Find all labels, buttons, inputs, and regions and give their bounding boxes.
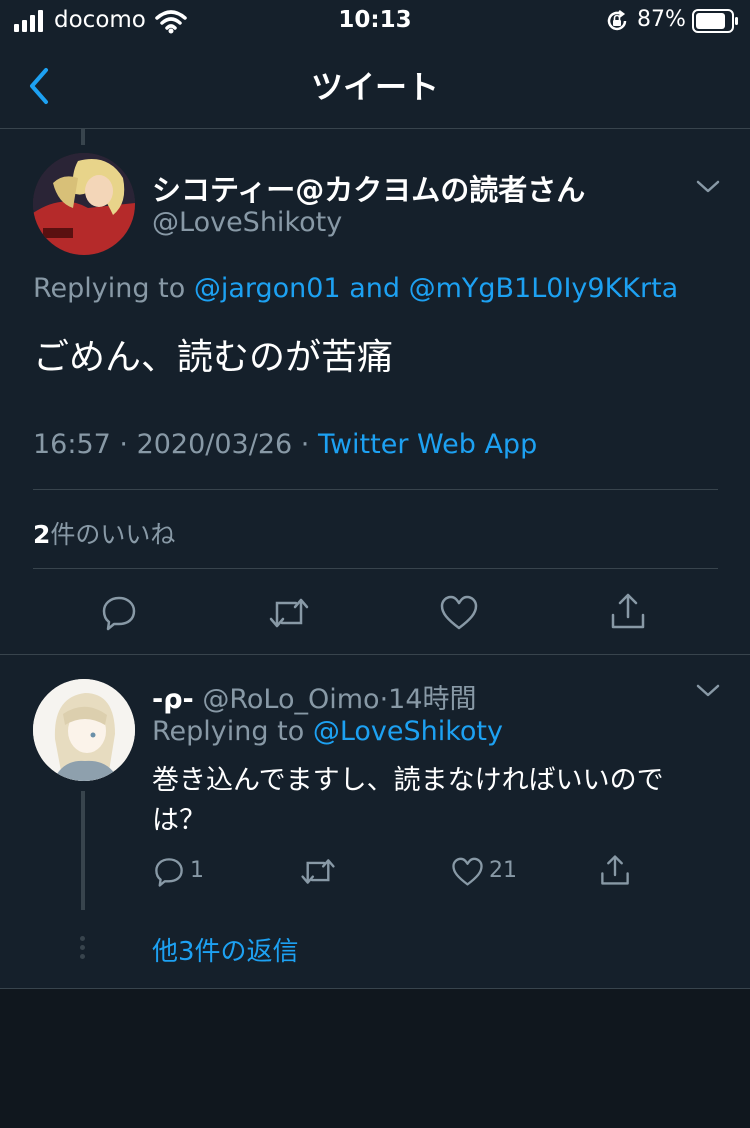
meta-separator-2: · <box>292 429 318 460</box>
main-tweet: シコティー@カクヨムの読者さん @LoveShikoty Replying to… <box>0 129 750 654</box>
reply-tweet: -ρ- @RoLo_Oimo·14時間 Replying to @LoveShi… <box>0 655 750 988</box>
meta-divider <box>33 489 718 490</box>
replying-prefix: Replying to <box>33 273 194 304</box>
chevron-down-icon[interactable] <box>694 177 722 197</box>
more-dots-icon <box>80 936 86 960</box>
battery-icon <box>692 9 738 33</box>
reply-handle[interactable]: @RoLo_Oimo <box>194 684 379 715</box>
reply-retweet-icon[interactable] <box>300 856 336 887</box>
share-icon[interactable] <box>609 591 647 631</box>
display-name[interactable]: シコティー@カクヨムの読者さん <box>152 167 585 209</box>
reply-display-name[interactable]: -ρ- <box>152 684 194 715</box>
avatar[interactable] <box>33 153 135 255</box>
reply-heart-icon[interactable] <box>451 857 484 887</box>
likes-label: 件のいいね <box>50 520 176 549</box>
empty-area <box>0 989 750 1128</box>
replying-and: and <box>340 273 409 304</box>
reply-header: -ρ- @RoLo_Oimo·14時間 <box>152 677 477 716</box>
user-handle[interactable]: @LoveShikoty <box>152 207 342 238</box>
reply-reply-icon[interactable] <box>153 856 185 888</box>
mention-link-myg[interactable]: @mYgB1L0Iy9KKrta <box>409 273 679 304</box>
more-replies-link[interactable]: 他3件の返信 <box>152 931 299 968</box>
reply-replying-prefix: Replying to <box>152 716 313 747</box>
likes-summary[interactable]: 2件のいいね <box>33 515 175 551</box>
mention-link-loveshikoty[interactable]: @LoveShikoty <box>313 716 503 747</box>
battery-percent: 87% <box>637 7 686 32</box>
replying-to-line: Replying to @jargon01 and @mYgB1L0Iy9KKr… <box>33 273 678 304</box>
page-title: ツイート <box>310 68 439 106</box>
like-count: 21 <box>489 858 517 883</box>
retweet-icon[interactable] <box>268 595 310 631</box>
mention-link-jargon01[interactable]: @jargon01 <box>194 273 341 304</box>
reply-replying-to-line: Replying to @LoveShikoty <box>152 716 503 747</box>
tweet-date: 2020/03/26 <box>136 429 293 460</box>
reply-icon[interactable] <box>100 594 138 632</box>
heart-icon[interactable] <box>439 595 479 631</box>
reply-text: 巻き込んでますし、読まなければいいのでは？ <box>152 765 664 836</box>
reply-count: 1 <box>190 858 204 883</box>
reply-avatar[interactable] <box>33 679 135 781</box>
tweet-meta: 16:57 · 2020/03/26 · Twitter Web App <box>33 429 537 460</box>
thread-line <box>81 791 85 910</box>
reply-share-icon[interactable] <box>599 853 631 887</box>
reply-avatar-image <box>33 679 135 781</box>
meta-separator-1: · <box>110 429 137 460</box>
reply-chevron-down-icon[interactable] <box>694 681 722 701</box>
avatar-image <box>33 153 135 255</box>
reply-time-ago: ·14時間 <box>379 684 477 715</box>
likes-divider <box>33 568 718 569</box>
tweet-text: ごめん、読むのが苦痛 <box>33 337 394 378</box>
likes-count: 2 <box>33 520 51 549</box>
status-bar: docomo 10:13 87% <box>0 0 750 44</box>
orientation-lock-icon <box>607 10 627 31</box>
tweet-source-link[interactable]: Twitter Web App <box>318 429 537 460</box>
tweet-time: 16:57 <box>33 429 111 460</box>
